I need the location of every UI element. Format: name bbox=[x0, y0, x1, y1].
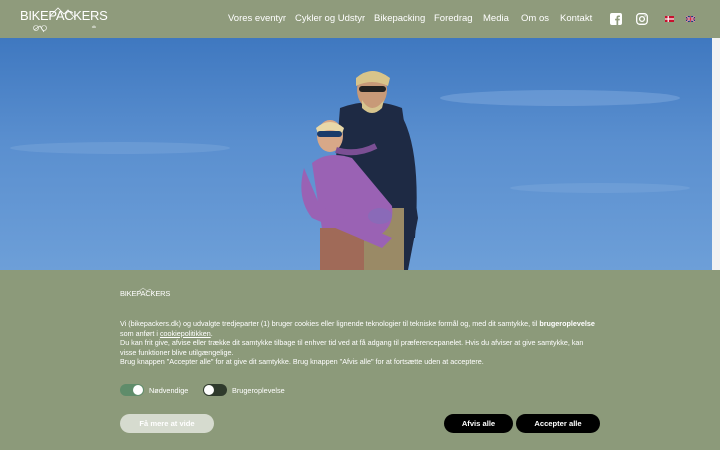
site-logo[interactable]: BIKEPACKERS dk bbox=[20, 6, 108, 34]
cookie-logo: BIKEPACKERS bbox=[120, 287, 171, 301]
cookie-logo-text: BIKEPACKERS bbox=[120, 289, 171, 298]
cookie-text-mid: som anført i bbox=[120, 328, 160, 338]
nav-vores-eventyr[interactable]: Vores eventyr bbox=[228, 13, 286, 24]
facebook-icon[interactable] bbox=[610, 13, 622, 25]
necessary-toggle[interactable] bbox=[120, 384, 144, 396]
experience-toggle-label: Brugeroplevelse bbox=[232, 385, 285, 395]
hero-image bbox=[0, 38, 712, 270]
page-scrollbar[interactable] bbox=[712, 38, 720, 270]
nav-media[interactable]: Media bbox=[483, 13, 509, 24]
danish-flag-icon[interactable] bbox=[665, 16, 674, 22]
instagram-icon[interactable] bbox=[636, 13, 648, 25]
english-flag-icon[interactable] bbox=[686, 16, 695, 22]
nav-cykler-og-udstyr[interactable]: Cykler og Udstyr bbox=[295, 13, 365, 24]
cookie-text-line1: Vi (bikepackers.dk) og udvalgte tredjepa… bbox=[120, 319, 540, 328]
cookie-text-line2: Du kan frit give, afvise eller trække di… bbox=[120, 338, 584, 357]
toggle-row-experience: Brugeroplevelse bbox=[203, 383, 285, 397]
reject-all-button[interactable]: Afvis alle bbox=[444, 414, 513, 433]
nav-om-os[interactable]: Om os bbox=[521, 13, 549, 24]
nav-kontakt[interactable]: Kontakt bbox=[560, 13, 592, 24]
necessary-toggle-label: Nødvendige bbox=[149, 385, 189, 395]
nav-bikepacking[interactable]: Bikepacking bbox=[374, 13, 425, 24]
cookie-consent-panel: BIKEPACKERS Vi (bikepackers.dk) og udval… bbox=[0, 270, 720, 450]
toggle-row-necessary: Nødvendige bbox=[120, 383, 188, 397]
site-header: BIKEPACKERS dk Vores eventyr Cykler og U… bbox=[0, 0, 720, 38]
experience-toggle[interactable] bbox=[203, 384, 227, 396]
cookie-text-bold: brugeroplevelse bbox=[539, 319, 595, 328]
nav-foredrag[interactable]: Foredrag bbox=[434, 13, 473, 24]
cookie-text-line3: Brug knappen "Accepter alle" for at give… bbox=[120, 357, 484, 367]
logo-domain: dk bbox=[91, 24, 96, 29]
learn-more-button[interactable]: Få mere at vide bbox=[120, 414, 214, 433]
cookie-text-end: . bbox=[210, 328, 213, 338]
logo-text: BIKEPACKERS bbox=[20, 8, 108, 23]
cookie-policy-link[interactable]: cookiepolitikken bbox=[160, 329, 211, 338]
hero-photo-couple bbox=[10, 71, 690, 270]
accept-all-button[interactable]: Accepter alle bbox=[516, 414, 600, 433]
cookie-description: Vi (bikepackers.dk) og udvalgte tredjepa… bbox=[120, 319, 600, 367]
